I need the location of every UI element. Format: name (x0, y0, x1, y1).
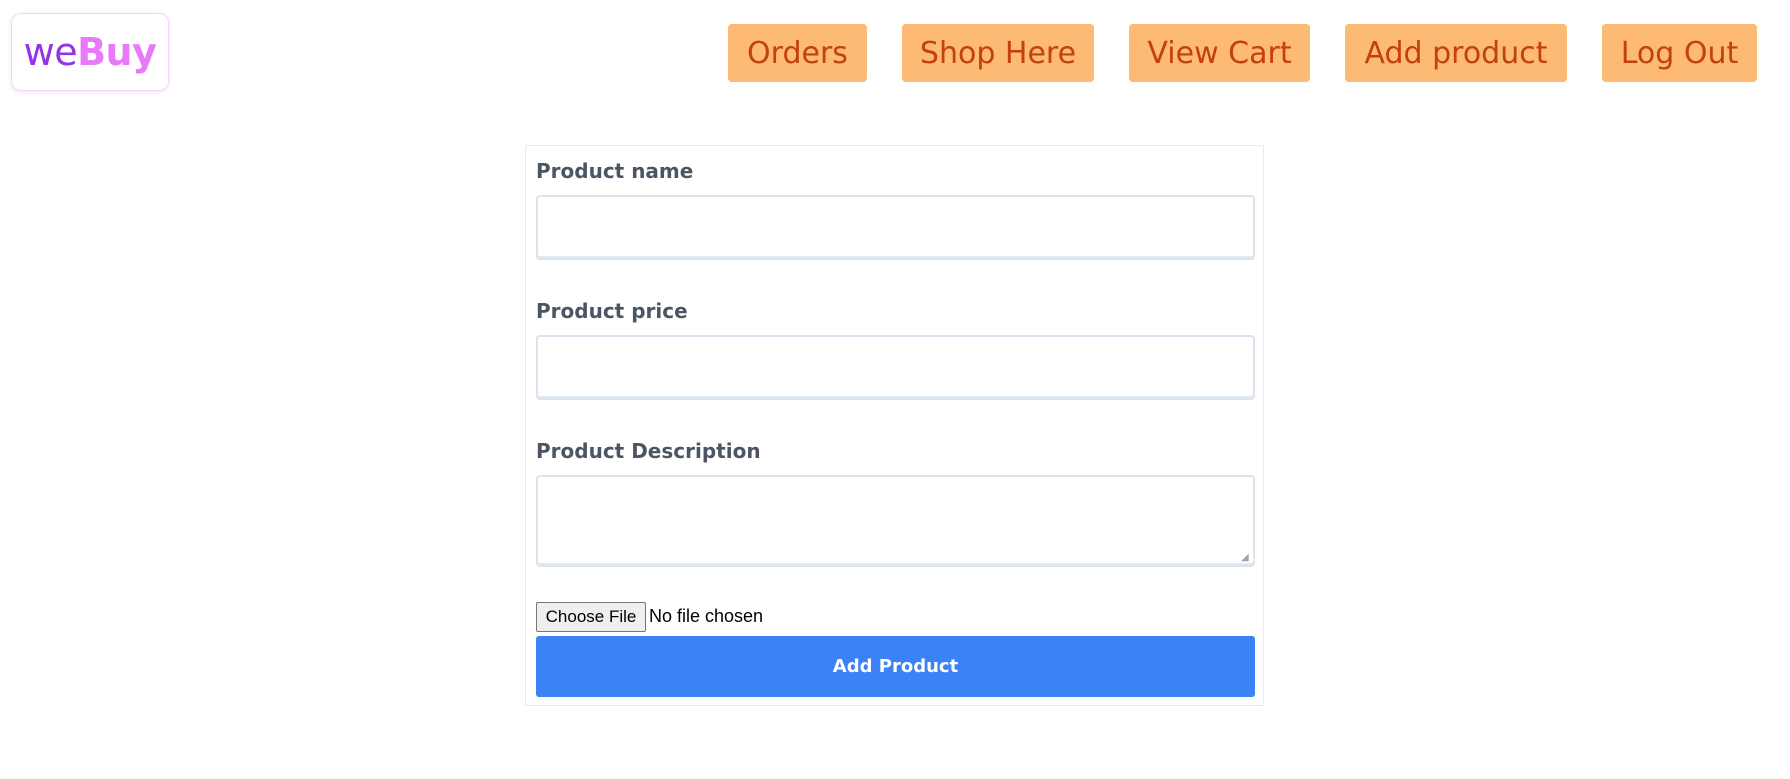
nav-log-out-button[interactable]: Log Out (1602, 24, 1757, 82)
add-product-submit-button[interactable]: Add Product (536, 636, 1255, 697)
product-description-label: Product Description (536, 439, 761, 463)
add-product-form: Product name Product price Product Descr… (525, 145, 1264, 706)
product-name-input[interactable] (536, 195, 1255, 260)
nav-view-cart-button[interactable]: View Cart (1129, 24, 1310, 82)
nav-shop-here-button[interactable]: Shop Here (902, 24, 1094, 82)
file-status-text: No file chosen (649, 606, 764, 626)
nav-orders-button[interactable]: Orders (728, 24, 867, 82)
product-description-textarea[interactable]: ◢ (536, 475, 1255, 567)
nav-add-product-button[interactable]: Add product (1345, 24, 1567, 82)
logo-text-buy: Buy (77, 30, 157, 74)
add-product-page: we Buy Orders Shop Here View Cart Add pro… (0, 0, 1790, 779)
choose-file-button[interactable]: Choose File (536, 602, 646, 632)
product-price-input[interactable] (536, 335, 1255, 400)
product-price-label: Product price (536, 299, 688, 323)
product-name-label: Product name (536, 159, 694, 183)
resize-grip-icon[interactable]: ◢ (1241, 553, 1251, 563)
logo-text-we: we (23, 30, 78, 74)
webuy-logo[interactable]: we Buy (11, 13, 169, 91)
